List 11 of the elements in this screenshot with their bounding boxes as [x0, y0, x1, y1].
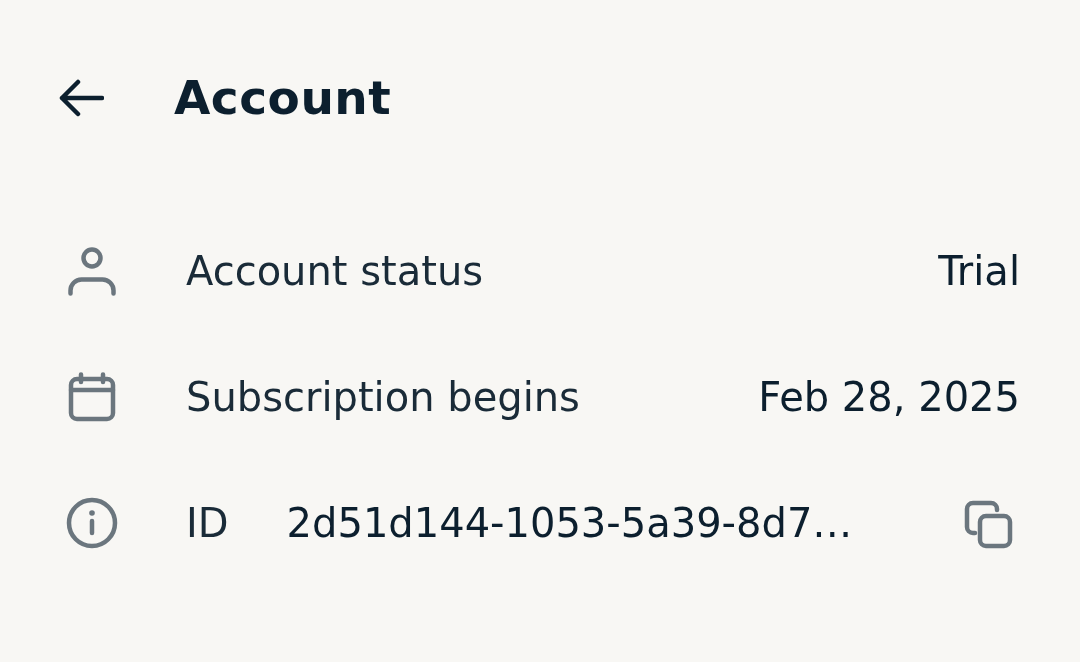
row-label: Subscription begins: [186, 373, 580, 421]
person-icon: [67, 246, 117, 296]
id-value: 2d51d144-1053-5a39-8d7…: [286, 499, 853, 547]
info-icon: [66, 497, 118, 549]
row-value: Feb 28, 2025: [758, 373, 1020, 421]
page-title: Account: [174, 69, 392, 127]
row-label: Account status: [186, 247, 484, 295]
calendar-icon: [68, 372, 116, 422]
row-value: Trial: [938, 247, 1020, 295]
back-arrow-icon[interactable]: [58, 78, 104, 118]
row-label: ID: [186, 499, 229, 547]
